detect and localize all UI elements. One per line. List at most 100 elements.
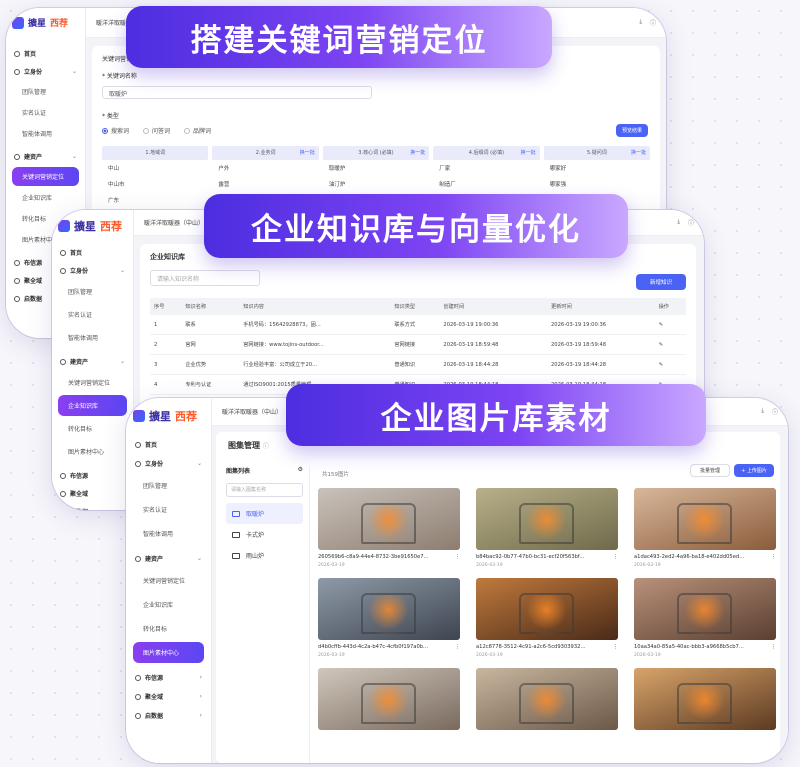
more-icon[interactable]: ⋮ [613,554,618,560]
keyword-input[interactable]: 取暖炉 [102,86,372,99]
refresh-link[interactable]: 换一批 [300,146,315,160]
image-thumbnail[interactable] [318,668,460,730]
image-thumbnail[interactable] [634,578,776,640]
nav-group-assets[interactable]: 建资产 ⌄ [60,357,125,366]
nav-home[interactable]: 首页 [60,248,125,257]
image-card[interactable]: d4b0cffb-443d-4c2a-b47c-4cfb0f197a0b... ⋮… [318,578,460,658]
nav-keyword[interactable]: 关键词营销定位 [133,570,204,591]
image-card[interactable]: a12c8778-3512-4c91-a2c6-5cd9303932... ⋮ 20… [476,578,618,658]
image-card[interactable]: 260569b6-c8a9-44e4-8732-3be91650e7... ⋮ 20… [318,488,460,568]
list-item[interactable]: 中山市 [102,176,208,192]
company-tab[interactable]: 暖洋洋取暖器（中山） [222,407,282,416]
help-icon[interactable]: ⓘ [688,218,694,227]
download-icon[interactable]: ⤓ [639,18,642,27]
image-card[interactable] [476,668,618,730]
more-icon[interactable]: ⋮ [771,644,776,650]
refresh-link[interactable]: 换一批 [631,146,646,160]
image-thumbnail[interactable] [634,668,776,730]
image-thumbnail[interactable] [476,488,618,550]
image-card[interactable]: 10aa34a0-85a5-40ac-bbb3-a9668b5cb7... ⋮ 20… [634,578,776,658]
album-search-input[interactable]: 请输入图集名称 [226,483,303,497]
download-icon[interactable]: ⤓ [761,407,764,416]
nav-realname[interactable]: 实名认证 [133,499,204,520]
image-card[interactable]: b84bac92-0b77-47b0-bc31-ecf20f563bf... ⋮ 2… [476,488,618,568]
nav-group-assets[interactable]: 建资产 ⌄ [14,152,77,161]
image-thumbnail[interactable] [318,578,460,640]
nav-keyword[interactable]: 关键词营销定位 [58,372,127,393]
image-card[interactable] [634,668,776,730]
nav-group-identity[interactable]: 立身份 ⌄ [14,67,77,76]
edit-icon[interactable]: ✎ [654,334,686,355]
nav-realname[interactable]: 实名认证 [58,304,127,325]
nav-group-domain[interactable]: 聚全域 › [135,692,202,701]
nav-agent[interactable]: 智能体调用 [58,327,127,348]
list-item[interactable]: 广东 [102,192,208,208]
preview-button[interactable]: 预览结果 [616,124,648,137]
help-icon[interactable]: ⓘ [263,443,269,450]
download-icon[interactable]: ⤓ [677,218,680,227]
album-item[interactable]: 取暖炉 [226,503,303,524]
image-card[interactable]: a1dac493-2ed2-4a96-ba18-e402dd05ed... ⋮ 20… [634,488,776,568]
nav-team[interactable]: 团队管理 [133,475,204,496]
album-item[interactable]: 雨山炉 [226,545,303,566]
nav-knowledge[interactable]: 企业知识库 [133,594,204,615]
list-item[interactable]: 制造厂 [433,176,539,192]
edit-icon[interactable]: ✎ [654,354,686,375]
nav-realname[interactable]: 实名认证 [12,103,79,122]
nav-images[interactable]: 图片素材中心 [133,642,204,663]
nav-group-sources[interactable]: 布信源 [60,471,125,480]
list-item[interactable]: 露营 [212,176,318,192]
nav-group-identity[interactable]: 立身份 ⌄ [60,266,125,275]
table-row[interactable]: 3 企业优势 行业经验丰富：公司成立于20... 普通知识 2026-03-19 18:… [150,354,686,375]
image-thumbnail[interactable] [318,488,460,550]
list-item[interactable]: 户外 [212,160,318,176]
refresh-link[interactable]: 换一批 [410,146,425,160]
edit-icon[interactable]: ✎ [654,315,686,335]
nav-conversion[interactable]: 转化目标 [58,418,127,439]
more-icon[interactable]: ⋮ [455,644,460,650]
album-item[interactable]: 卡式炉 [226,524,303,545]
list-item[interactable]: 哪家好 [544,160,650,176]
nav-group-assets[interactable]: 建资产 ⌄ [135,554,202,563]
more-icon[interactable]: ⋮ [613,644,618,650]
radio-qa[interactable]: 问答词 [143,126,170,135]
knowledge-search-input[interactable]: 请输入知识名称 [150,270,260,286]
nav-team[interactable]: 团队管理 [12,82,79,101]
nav-home[interactable]: 首页 [14,49,77,58]
upload-image-button[interactable]: + 上传图片 [734,464,774,477]
list-item[interactable]: 中山 [102,160,208,176]
more-icon[interactable]: ⋮ [771,554,776,560]
more-icon[interactable]: ⋮ [455,554,460,560]
batch-manage-button[interactable]: 批量管理 [690,464,730,477]
radio-search[interactable]: 搜索词 [102,126,129,135]
nav-team[interactable]: 团队管理 [58,281,127,302]
nav-keyword[interactable]: 关键词营销定位 [12,167,79,186]
nav-images[interactable]: 图片素材中心 [58,441,127,462]
company-tab[interactable]: 暖洋洋取暖器（中山） [144,218,204,227]
nav-group-domain[interactable]: 聚全域 [60,489,125,498]
nav-group-identity[interactable]: 立身份 ⌄ [135,459,202,468]
nav-knowledge[interactable]: 企业知识库 [12,188,79,207]
nav-knowledge[interactable]: 企业知识库 [58,395,127,416]
list-item[interactable]: 哪家强 [544,176,650,192]
radio-brand[interactable]: 品牌词 [184,126,211,135]
image-thumbnail[interactable] [476,578,618,640]
nav-group-data[interactable]: 启数据 › [135,711,202,720]
list-item[interactable]: 厂家 [433,160,539,176]
help-icon[interactable]: ⓘ [650,18,656,27]
nav-home[interactable]: 首页 [135,440,202,449]
table-row[interactable]: 1 联系 手机号码：15642928873，固... 联系方式 2026-03-19 1… [150,315,686,335]
list-item[interactable]: 取暖炉 [323,160,429,176]
refresh-link[interactable]: 换一批 [521,146,536,160]
help-icon[interactable]: ⓘ [772,407,778,416]
nav-group-data[interactable]: 启数据 [60,507,125,510]
nav-group-sources[interactable]: 布信源 › [135,673,202,682]
add-knowledge-button[interactable]: 新增知识 [636,274,686,290]
image-thumbnail[interactable] [634,488,776,550]
image-thumbnail[interactable] [476,668,618,730]
nav-agent[interactable]: 智能体调用 [133,523,204,544]
nav-conversion[interactable]: 转化目标 [133,618,204,639]
list-item[interactable]: 油汀炉 [323,176,429,192]
nav-agent[interactable]: 智能体调用 [12,124,79,143]
table-row[interactable]: 2 官网 官网链接：www.tojins-outdoor... 官网链接 2026-03… [150,334,686,355]
